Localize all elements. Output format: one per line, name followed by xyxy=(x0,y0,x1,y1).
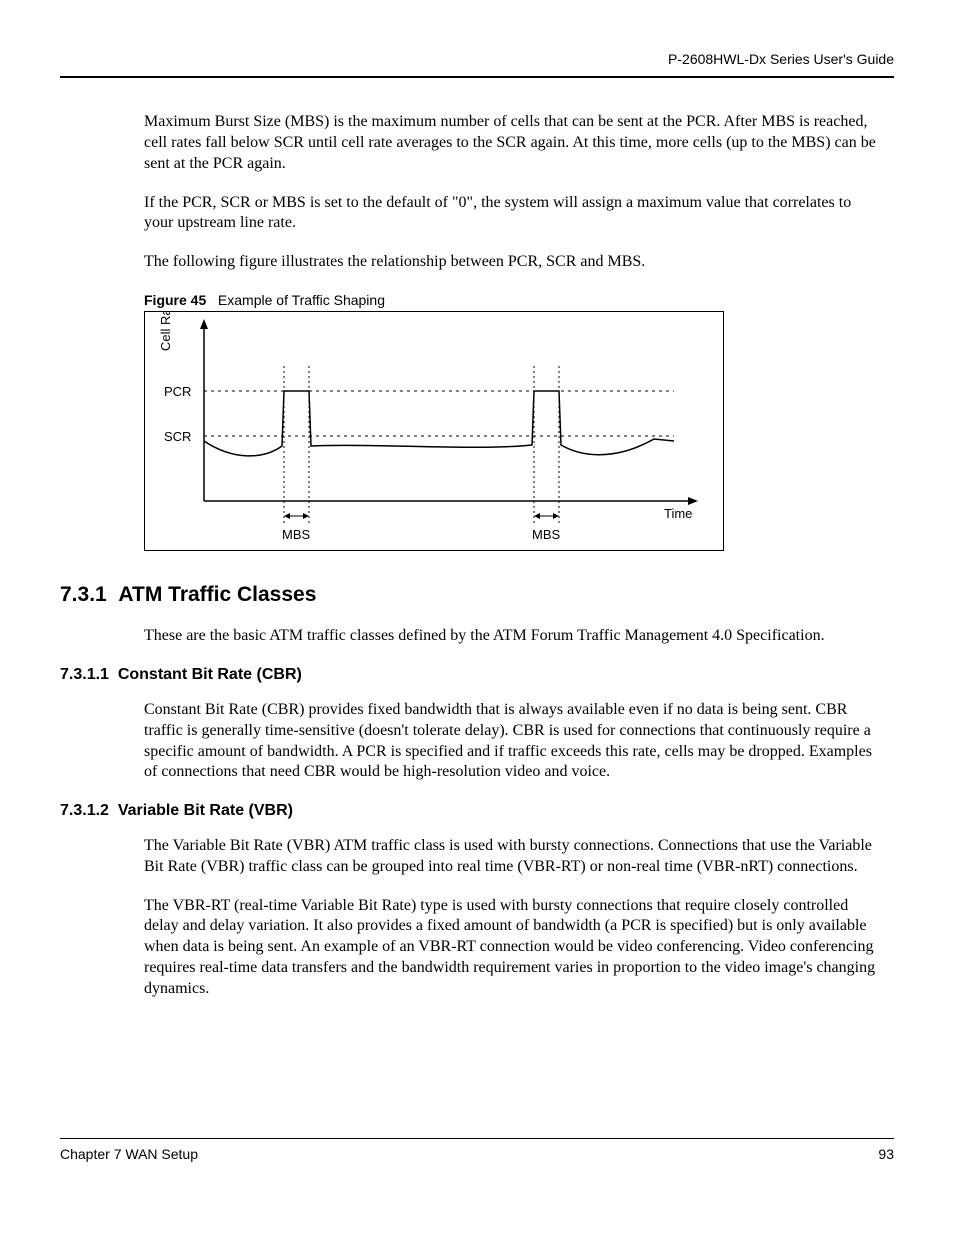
footer-page-number: 93 xyxy=(878,1145,894,1163)
heading-title: ATM Traffic Classes xyxy=(118,583,316,606)
footer-rule xyxy=(60,1138,894,1139)
heading-title: Variable Bit Rate (VBR) xyxy=(118,802,293,819)
chart-xlabel: Time xyxy=(664,506,692,521)
paragraph-atm-classes: These are the basic ATM traffic classes … xyxy=(144,626,884,647)
paragraph-cbr: Constant Bit Rate (CBR) provides fixed b… xyxy=(144,700,884,783)
header-rule xyxy=(60,76,894,78)
paragraph-mbs: Maximum Burst Size (MBS) is the maximum … xyxy=(144,112,884,174)
paragraph-default-zero: If the PCR, SCR or MBS is set to the def… xyxy=(144,193,884,235)
figure-traffic-shaping: Cell Rate PCR SCR MBS MBS Time xyxy=(144,311,894,551)
chart-ylabel: Cell Rate xyxy=(158,311,173,351)
paragraph-vbr-2: The VBR-RT (real-time Variable Bit Rate)… xyxy=(144,896,884,1000)
chart-mbs2-label: MBS xyxy=(532,527,561,542)
paragraph-vbr-1: The Variable Bit Rate (VBR) ATM traffic … xyxy=(144,836,884,878)
footer-chapter: Chapter 7 WAN Setup xyxy=(60,1145,198,1163)
heading-title: Constant Bit Rate (CBR) xyxy=(118,666,302,683)
paragraph-figure-lead: The following figure illustrates the rel… xyxy=(144,252,884,273)
heading-7-3-1-2: 7.3.1.2 Variable Bit Rate (VBR) xyxy=(60,801,894,822)
heading-number: 7.3.1.1 xyxy=(60,666,109,683)
figure-label: Figure 45 xyxy=(144,292,206,308)
figure-caption-text: Example of Traffic Shaping xyxy=(218,292,385,308)
chart-scr-label: SCR xyxy=(164,429,191,444)
heading-7-3-1: 7.3.1 ATM Traffic Classes xyxy=(60,581,894,608)
figure-caption: Figure 45 Example of Traffic Shaping xyxy=(144,291,894,309)
chart-pcr-label: PCR xyxy=(164,384,191,399)
heading-number: 7.3.1.2 xyxy=(60,802,109,819)
heading-7-3-1-1: 7.3.1.1 Constant Bit Rate (CBR) xyxy=(60,665,894,686)
chart-mbs1-label: MBS xyxy=(282,527,311,542)
header-doc-title: P-2608HWL-Dx Series User's Guide xyxy=(60,50,894,68)
heading-number: 7.3.1 xyxy=(60,583,107,606)
